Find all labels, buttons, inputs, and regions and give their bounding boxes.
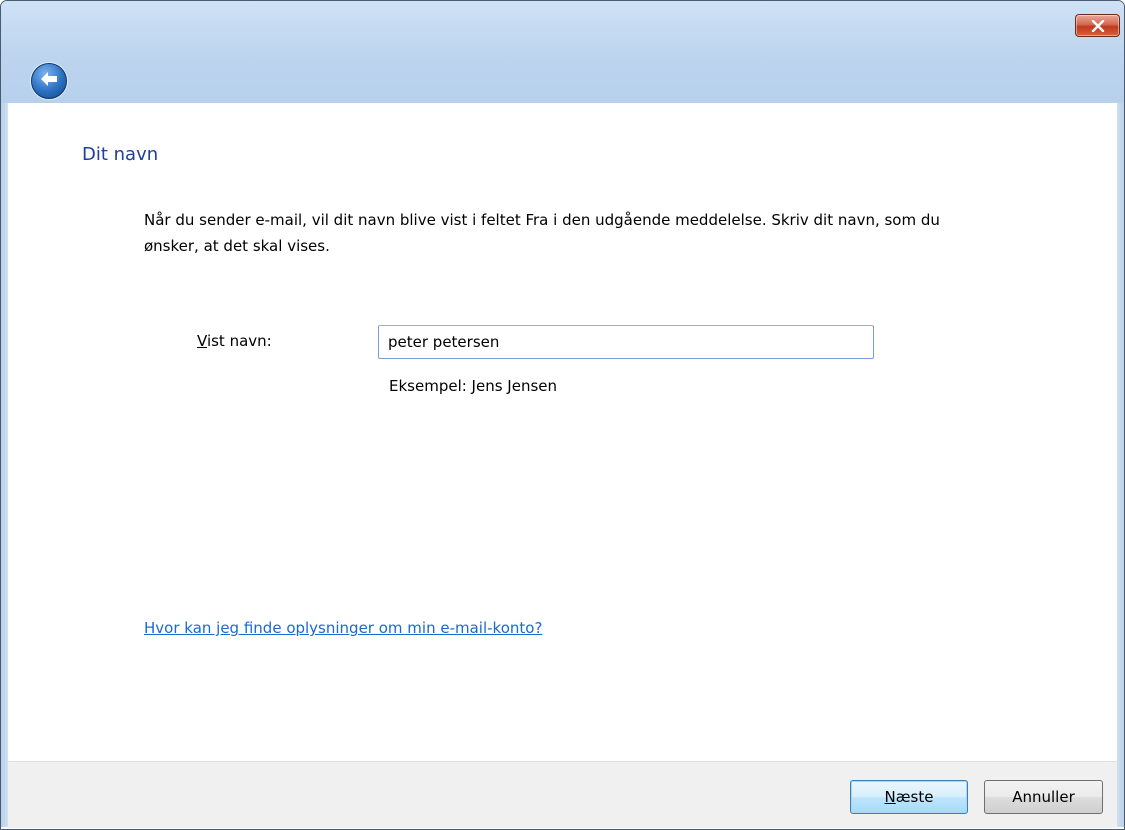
close-button[interactable] xyxy=(1075,14,1120,37)
page-description: Når du sender e-mail, vil dit navn blive… xyxy=(144,211,940,255)
title-bar xyxy=(1,1,1124,103)
next-button[interactable]: Næste xyxy=(850,780,968,814)
next-button-label: æste xyxy=(895,788,934,806)
window-frame-left xyxy=(1,103,8,827)
display-name-example: Eksempel: Jens Jensen xyxy=(389,377,558,395)
wizard-window: Dit navn Når du sender e-mail, vil dit n… xyxy=(0,0,1125,830)
display-name-label-mnemonic: V xyxy=(197,332,207,350)
window-frame-right xyxy=(1117,103,1124,827)
wizard-footer: Næste Annuller xyxy=(8,761,1117,828)
page-title: Dit navn xyxy=(82,144,159,165)
display-name-input[interactable] xyxy=(378,325,874,359)
cancel-button[interactable]: Annuller xyxy=(984,780,1103,814)
back-arrow-icon xyxy=(39,70,59,92)
wizard-content: Dit navn Når du sender e-mail, vil dit n… xyxy=(8,103,1117,761)
next-button-mnemonic: N xyxy=(884,788,896,806)
email-account-help-link[interactable]: Hvor kan jeg finde oplysninger om min e-… xyxy=(144,619,542,637)
display-name-label: Vist navn: xyxy=(197,332,272,350)
close-icon xyxy=(1091,19,1105,32)
back-button[interactable] xyxy=(31,63,67,99)
display-name-label-text: ist navn: xyxy=(206,332,272,350)
